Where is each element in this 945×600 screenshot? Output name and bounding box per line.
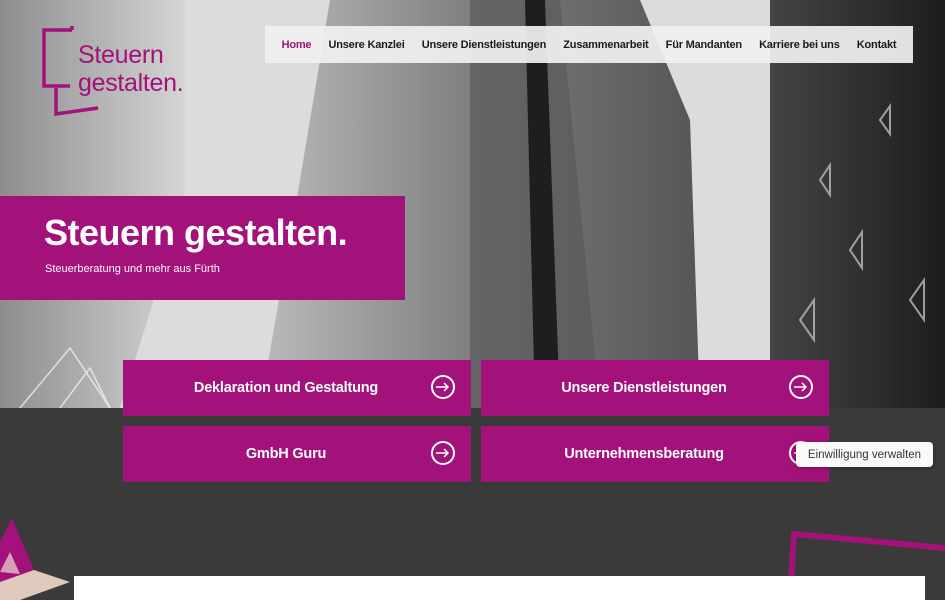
tile-unternehmensberatung[interactable]: Unternehmensberatung — [481, 426, 829, 482]
page-title: Steuern gestalten. — [44, 212, 348, 253]
tile-gmbh-guru[interactable]: GmbH Guru — [123, 426, 471, 482]
nav-item-fuer-mandanten[interactable]: Für Mandanten — [666, 39, 742, 51]
decorative-shape-left — [0, 518, 70, 600]
tile-unsere-dienstleistungen[interactable]: Unsere Dienstleistungen — [481, 360, 829, 416]
tile-label: Unsere Dienstleistungen — [561, 380, 727, 396]
site-logo[interactable]: Steuern gestalten. — [42, 26, 192, 118]
nav-item-kontakt[interactable]: Kontakt — [857, 39, 897, 51]
logo-text-line1: Steuern — [78, 41, 164, 69]
content-card — [74, 576, 925, 600]
logo-text-line2: gestalten. — [78, 69, 184, 97]
main-navigation: Home Unsere Kanzlei Unsere Dienstleistun… — [265, 26, 913, 63]
hero-subtitle: Steuerberatung und mehr aus Fürth — [45, 263, 220, 275]
tile-label: Deklaration und Gestaltung — [193, 380, 379, 396]
nav-item-unsere-kanzlei[interactable]: Unsere Kanzlei — [329, 39, 405, 51]
tile-deklaration-gestaltung[interactable]: Deklaration und Gestaltung — [123, 360, 471, 416]
nav-item-unsere-dienstleistungen[interactable]: Unsere Dienstleistungen — [422, 39, 547, 51]
nav-item-zusammenarbeit[interactable]: Zusammenarbeit — [563, 39, 648, 51]
nav-item-home[interactable]: Home — [282, 39, 312, 51]
arrow-right-icon — [789, 375, 813, 399]
tile-label: Unternehmensberatung — [564, 446, 724, 462]
nav-item-karriere[interactable]: Karriere bei uns — [759, 39, 840, 51]
arrow-right-icon — [431, 375, 455, 399]
arrow-right-icon — [431, 441, 455, 465]
tile-label: GmbH Guru — [245, 446, 327, 462]
hero-title-box: Steuern gestalten. Steuerberatung und me… — [0, 196, 405, 300]
hero-section: Steuern gestalten. Home Unsere Kanzlei U… — [0, 0, 945, 408]
consent-manage-button[interactable]: Einwilligung verwalten — [796, 442, 933, 467]
